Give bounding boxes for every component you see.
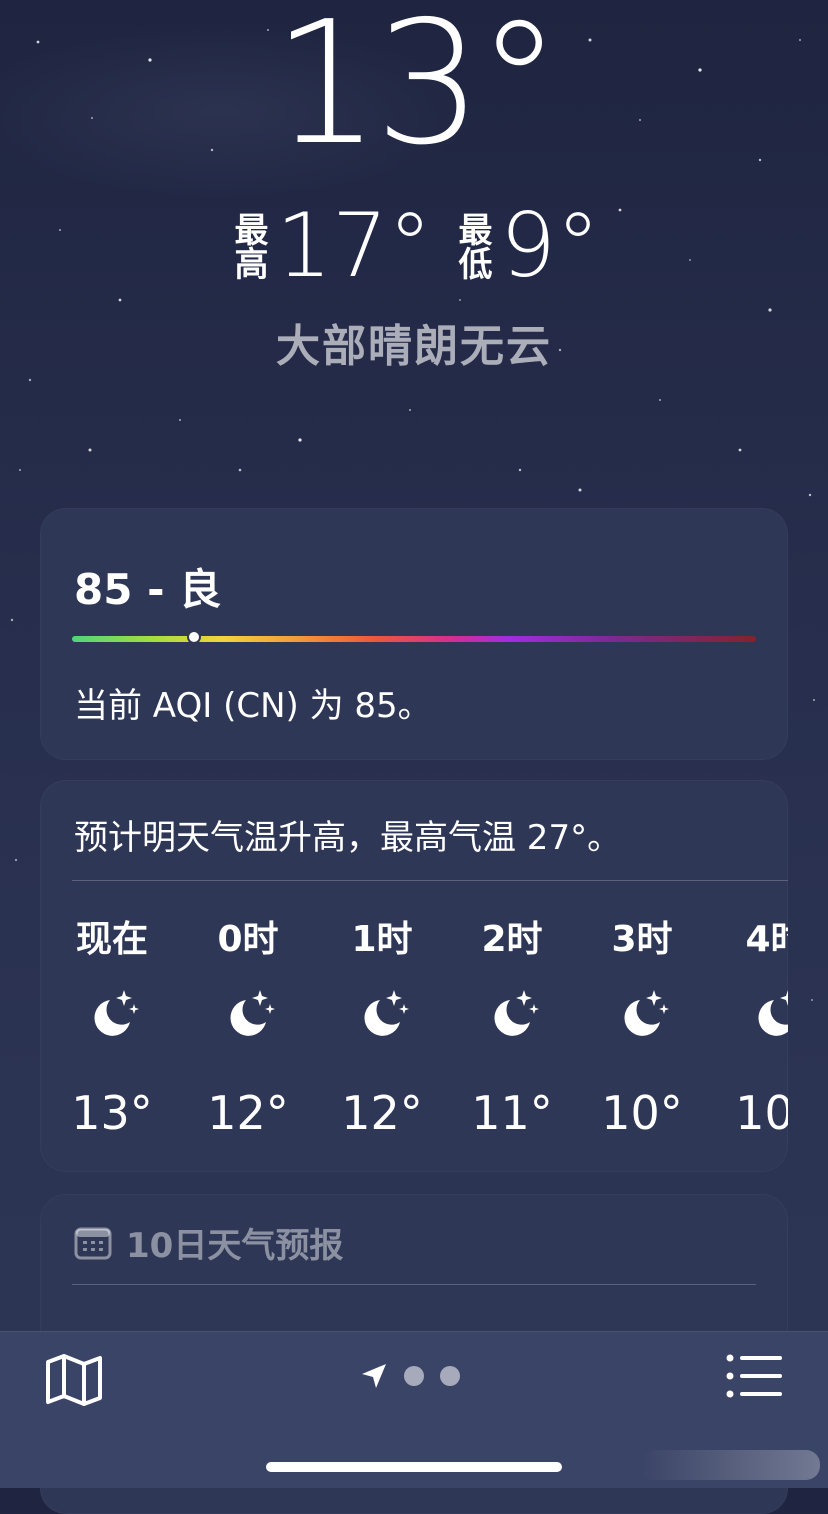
hour-time: 0时 (217, 919, 279, 960)
location-arrow-icon (362, 1364, 386, 1388)
ten-day-title: 10日天气预报 (126, 1226, 344, 1266)
hour-time: 4时 (745, 919, 788, 960)
high-low-row: 最高 17° 最低 9° (0, 198, 828, 294)
high-label: 最高 (228, 212, 268, 280)
home-indicator[interactable] (266, 1462, 562, 1472)
hour-temperature: 12° (341, 1086, 423, 1140)
aqi-scale-bar (72, 636, 756, 642)
hour-temperature: 11° (471, 1086, 553, 1140)
hourly-forecast-card[interactable]: 预计明天气温升高，最高气温 27°。 现在 13° 0时 12° 1时 12° … (40, 780, 788, 1172)
hour-temperature: 10° (735, 1086, 788, 1140)
hourly-divider (72, 880, 788, 881)
weather-condition: 大部晴朗无云 (276, 321, 552, 372)
hour-time: 现在 (75, 919, 148, 960)
low-temperature: 最低 9° (452, 198, 600, 294)
low-value: 9° (499, 194, 600, 297)
page-dot (404, 1366, 424, 1386)
moon-stars-icon (94, 990, 139, 1036)
calendar-icon (74, 1227, 112, 1259)
current-temperature: 13° (272, 0, 561, 183)
hour-time: 3时 (611, 919, 673, 960)
hour-time: 2时 (481, 919, 543, 960)
page-indicator[interactable] (360, 1362, 460, 1390)
list-icon[interactable] (726, 1354, 784, 1398)
page-dot (440, 1366, 460, 1386)
hour-temperature: 12° (207, 1086, 289, 1140)
moon-stars-icon (494, 990, 539, 1036)
moon-stars-icon (230, 990, 275, 1036)
watermark-smudge (640, 1450, 820, 1480)
hourly-summary: 预计明天气温升高，最高气温 27°。 (74, 818, 622, 858)
ten-day-header: 10日天气预报 (74, 1218, 343, 1267)
aqi-headline: 85 - 良 (74, 565, 222, 614)
hour-temperature: 10° (601, 1086, 683, 1140)
moon-stars-icon (624, 990, 669, 1036)
moon-stars-icon (364, 990, 409, 1036)
high-temperature: 最高 17° (228, 198, 432, 294)
hourly-scroll-list[interactable]: 现在 13° 0时 12° 1时 12° 2时 11° 3时 10° 4时 10… (40, 890, 788, 1160)
hour-temperature: 13° (71, 1086, 153, 1140)
aqi-description: 当前 AQI (CN) 为 85。 (74, 686, 432, 726)
map-icon[interactable] (44, 1352, 104, 1408)
moon-stars-icon (758, 990, 788, 1036)
air-quality-card[interactable]: 85 - 良 当前 AQI (CN) 为 85。 (40, 508, 788, 760)
hour-time: 1时 (351, 919, 413, 960)
aqi-scale-indicator (186, 630, 201, 644)
bottom-toolbar (0, 1331, 828, 1488)
ten-day-divider (72, 1284, 756, 1285)
high-value: 17° (276, 194, 432, 297)
low-label: 最低 (451, 212, 492, 280)
